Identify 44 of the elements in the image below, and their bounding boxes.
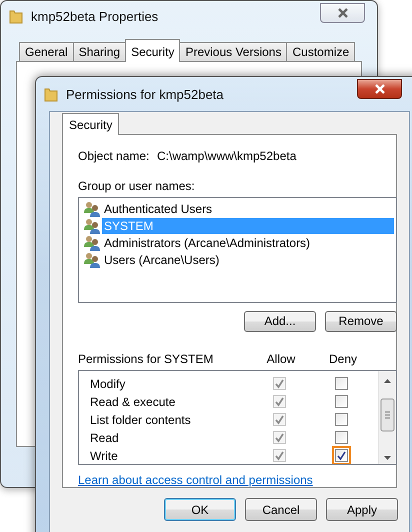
button[interactable]: Apply [326,498,398,521]
deny-checkbox[interactable] [334,449,348,462]
scrollbar[interactable] [378,370,396,464]
object-name-label: Object name: [78,149,150,163]
folder-icon [9,8,23,24]
close-button[interactable] [320,3,365,23]
tab[interactable]: Security [62,113,120,135]
button[interactable]: Remove [325,310,397,332]
permission-name: Modify [89,376,126,391]
permission-name: List folder contents [89,412,192,427]
tab[interactable]: General [19,42,74,61]
column-header: Allow [266,352,296,366]
window-title: Permissions for kmp52beta [66,86,225,102]
users-icon [84,252,100,268]
user-list-item[interactable]: Users (Arcane\Users) [102,252,222,268]
deny-checkbox[interactable] [334,413,348,426]
users-icon [84,200,100,216]
group-label: Group or user names: [78,179,196,193]
button[interactable]: Cancel [245,498,317,521]
close-icon [374,84,386,94]
tab[interactable]: Sharing [72,42,126,61]
user-list-item[interactable]: Administrators (Arcane\Administrators) [102,234,312,250]
permissions-label: Permissions for SYSTEM [78,352,214,366]
tab[interactable]: Security [125,39,180,62]
help-link[interactable]: Learn about access control and permissions [78,473,313,487]
deny-checkbox[interactable] [334,431,348,444]
close-button[interactable] [357,79,402,99]
user-list-item[interactable]: Authenticated Users [102,200,214,216]
column-header: Deny [328,352,358,366]
window-title: kmp52beta Properties [31,8,160,24]
deny-checkbox[interactable] [334,395,348,408]
tab[interactable]: Customize [286,42,356,61]
folder-icon [44,86,58,102]
object-name-value: C:\wamp\www\kmp52beta [157,149,296,163]
close-icon [336,8,348,18]
permission-name: Write [89,448,119,463]
deny-checkbox[interactable] [334,377,348,390]
button[interactable]: OK [164,498,236,521]
permission-name: Read [89,430,120,445]
button[interactable]: Add... [244,310,316,332]
users-icon [84,218,100,234]
tab[interactable]: Previous Versions [179,42,288,61]
permission-name: Read & execute [89,394,176,409]
users-icon [84,234,100,250]
